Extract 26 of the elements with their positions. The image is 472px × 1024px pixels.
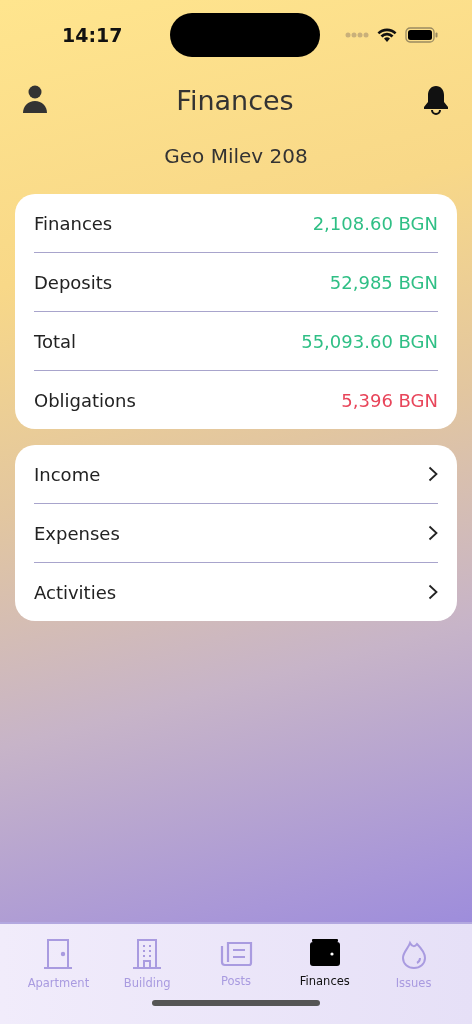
balance-label: Finances <box>34 212 113 234</box>
link-label[interactable]: Activities <box>34 581 117 603</box>
chevron-icon[interactable] <box>428 466 438 482</box>
balance-amount: 2,108.60 BGN <box>312 212 438 234</box>
balance-amount: 52,985 BGN <box>329 271 438 293</box>
bell-icon[interactable] <box>422 85 450 115</box>
wallet-icon <box>308 938 341 968</box>
wifi-icon <box>377 27 397 43</box>
balance-amount: 5,396 BGN <box>341 389 438 411</box>
balance-label: Total <box>34 330 77 352</box>
link-label[interactable]: Income <box>34 463 101 485</box>
profile-icon[interactable] <box>22 85 48 115</box>
chevron-icon[interactable] <box>428 525 438 541</box>
balance-label: Obligations <box>34 389 136 411</box>
building-icon <box>132 938 163 970</box>
door-icon <box>43 938 74 970</box>
page-title: Finances <box>176 84 294 116</box>
battery-icon <box>405 27 438 43</box>
tab[interactable]: Finances <box>282 938 367 990</box>
status-time: 14:17 <box>62 24 123 46</box>
building-address: Geo Milev 208 <box>163 144 309 168</box>
link-label[interactable]: Expenses <box>34 522 120 544</box>
chevron-icon[interactable] <box>428 584 438 600</box>
balance-amount: 55,093.60 BGN <box>301 330 438 352</box>
balance-label: Deposits <box>34 271 113 293</box>
signal-icon <box>345 32 369 38</box>
